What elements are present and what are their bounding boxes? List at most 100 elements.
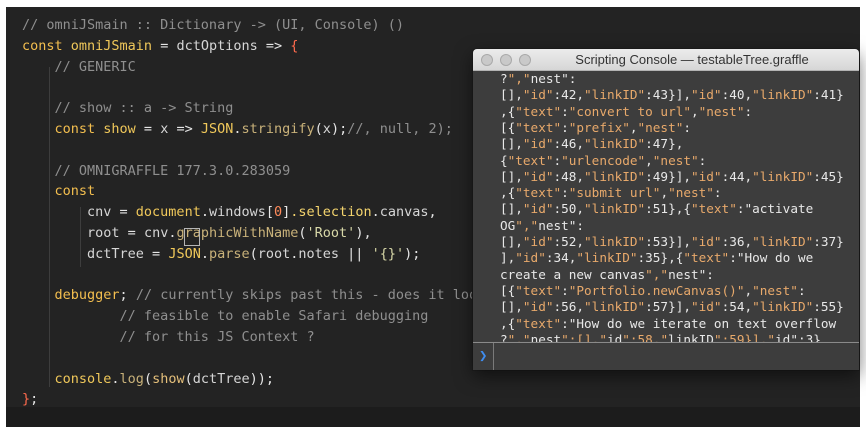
code-token: windows (208, 204, 266, 221)
code-token: notes (298, 245, 340, 262)
code-token: // for this JS Context ? (22, 329, 315, 345)
code-token: = (152, 37, 177, 54)
code-token: const (22, 121, 104, 137)
code-token: . (233, 121, 242, 137)
code-token: . (111, 370, 120, 387)
code-token: console (22, 370, 112, 387)
code-token: root (257, 245, 291, 262)
code-token: root (22, 225, 120, 241)
code-token: dctTree (22, 245, 144, 262)
console-output-line: [],"id":42,"linkID":43}],"id":40,"linkID… (500, 87, 844, 103)
console-output-line: OG","nest": (500, 217, 585, 233)
code-token: , (428, 204, 437, 221)
code-token: => (168, 121, 201, 137)
code-line[interactable]: // OMNIGRAFFLE 177.3.0.283059 (22, 161, 291, 181)
console-output-line: ,{"text":"submit url","nest": (500, 185, 722, 201)
code-line[interactable]: // feasible to enable Safari debugging (22, 306, 429, 326)
code-token: ( (298, 225, 307, 241)
code-token: ; (119, 287, 136, 304)
code-token: // omniJSmain :: Dictionary -> (UI, Cons… (22, 17, 405, 33)
code-token: ( (143, 370, 153, 387)
code-token: // show :: a -> String (22, 100, 234, 117)
code-token: cnv (143, 225, 169, 241)
code-line[interactable]: // for this JS Context ? (22, 327, 315, 347)
code-line[interactable]: console.log(show(dctTree)); (22, 369, 275, 389)
editor-footer (6, 407, 860, 427)
code-token: ( (249, 245, 258, 262)
code-token: = (111, 204, 136, 221)
console-output-line: [],"id":46,"linkID":47}, (500, 136, 684, 152)
console-output[interactable]: ?","nest": [],"id":42,"linkID":43}],"id":… (473, 71, 859, 347)
code-token: ( (314, 121, 323, 137)
code-line[interactable]: cnv = document.windows[0].selection.canv… (22, 202, 437, 222)
code-line[interactable]: dctTree = JSON.parse(root.notes || '{}')… (22, 244, 420, 264)
code-token: cnv (22, 204, 112, 221)
code-token: . (371, 204, 380, 221)
code-token: parse (208, 245, 250, 262)
code-token: // feasible to enable Safari debugging (22, 308, 429, 325)
code-token: dctOptions (176, 37, 258, 54)
console-input[interactable]: ❯ (473, 342, 859, 370)
code-token: show (152, 370, 185, 387)
code-token: JSON (200, 121, 234, 137)
close-window-button[interactable] (481, 54, 493, 66)
code-token: JSON (168, 245, 201, 262)
code-token: ( (184, 370, 193, 387)
code-token: [ (265, 204, 275, 221)
code-line[interactable]: const omniJSmain = dctOptions => { (22, 36, 298, 56)
code-token: . (200, 245, 209, 262)
code-token: // OMNIGRAFFLE 177.3.0.283059 (22, 162, 291, 179)
console-output-line: [],"id":50,"linkID":51},{"text":"activat… (500, 201, 814, 217)
console-output-line: ,{"text":"How do we iterate on text over… (500, 315, 837, 331)
chevron-right-icon: ❯ (479, 348, 488, 364)
console-titlebar[interactable]: Scripting Console — testableTree.graffle (473, 49, 859, 71)
code-token: const (22, 37, 71, 54)
console-title: Scripting Console — testableTree.graffle (575, 52, 809, 67)
code-token: => (257, 37, 291, 54)
code-token: = (143, 245, 169, 262)
code-token: canvas (379, 204, 429, 221)
code-line[interactable]: // GENERIC (22, 57, 136, 77)
code-token: document (135, 204, 201, 221)
code-line[interactable]: const (22, 181, 96, 201)
prompt-gutter: ❯ (473, 343, 494, 370)
code-token: x (322, 121, 331, 137)
code-token: dctTree (192, 370, 250, 387)
code-line[interactable]: // show :: a -> String (22, 98, 234, 118)
code-token: .selection (290, 204, 372, 221)
code-token: debugger (22, 287, 120, 304)
code-token: ); (330, 121, 348, 137)
console-output-line: ?","nest": (500, 71, 577, 86)
code-token: = (135, 121, 161, 137)
code-token: ); (404, 245, 421, 262)
code-token: 'Root' (306, 225, 356, 241)
code-token: || (339, 245, 372, 262)
code-token: 0 (274, 204, 283, 221)
code-token: )); (249, 370, 275, 387)
zoom-window-button[interactable] (519, 54, 531, 66)
console-output-line: [{"text":"Portfolio.newCanvas()","nest": (500, 282, 806, 298)
code-token: omniJSmain (70, 37, 153, 54)
console-output-line: ,{"text":"convert to url","nest": (500, 103, 753, 119)
scripting-console-window[interactable]: Scripting Console — testableTree.graffle… (473, 49, 859, 370)
console-output-line: create a new canvas","nest": (500, 266, 714, 282)
code-line[interactable]: // omniJSmain :: Dictionary -> (UI, Cons… (22, 15, 404, 35)
code-token: '{}' (371, 245, 405, 262)
console-output-line: [{"text":"prefix","nest": (500, 119, 691, 135)
code-line[interactable]: const show = x => JSON.stringify(x);//, … (22, 119, 453, 139)
code-line[interactable]: debugger; // currently skips past this -… (22, 285, 486, 305)
code-token: } (22, 391, 31, 408)
code-token: ; (30, 391, 39, 408)
console-output-line: [],"id":48,"linkID":49}],"id":44,"linkID… (500, 168, 844, 184)
console-output-line: [],"id":56,"linkID":57}],"id":54,"linkID… (500, 299, 844, 315)
code-token: // currently skips past this - does it l… (135, 287, 486, 304)
code-token: ), (355, 225, 372, 241)
code-token: //, null, 2); (347, 121, 453, 137)
console-output-line: {"text":"urlencode","nest": (500, 152, 707, 168)
code-token: . (200, 204, 209, 221)
minimize-window-button[interactable] (500, 54, 512, 66)
code-token: show (103, 121, 136, 137)
code-token: stringify (241, 121, 315, 137)
console-output-line: [],"id":52,"linkID":53}],"id":36,"linkID… (500, 234, 844, 249)
code-token: { (290, 37, 299, 54)
